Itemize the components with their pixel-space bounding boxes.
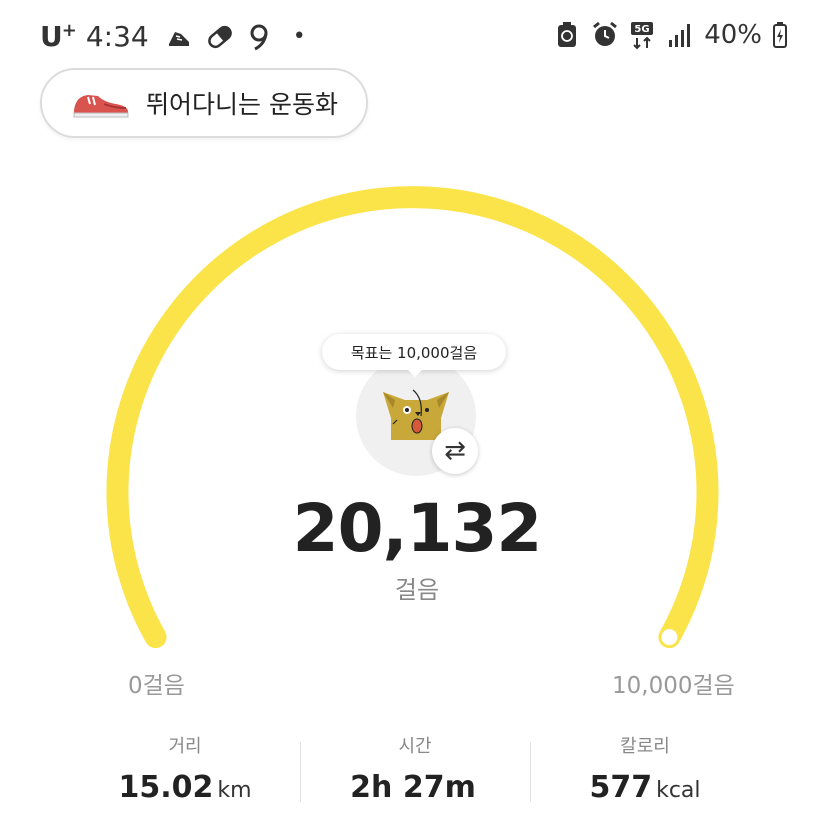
step-gauge (106, 186, 719, 649)
swap-button[interactable]: ⇄ (432, 428, 478, 474)
steps-screen: U+ 4:34 • 5G 40% 뛰어다니는 운동화 목표는 10,000걸음 … (0, 0, 830, 833)
goal-tooltip: 목표는 10,000걸음 (322, 334, 506, 377)
gauge-end-marker (661, 629, 678, 646)
swap-arrows-icon: ⇄ (444, 436, 466, 466)
